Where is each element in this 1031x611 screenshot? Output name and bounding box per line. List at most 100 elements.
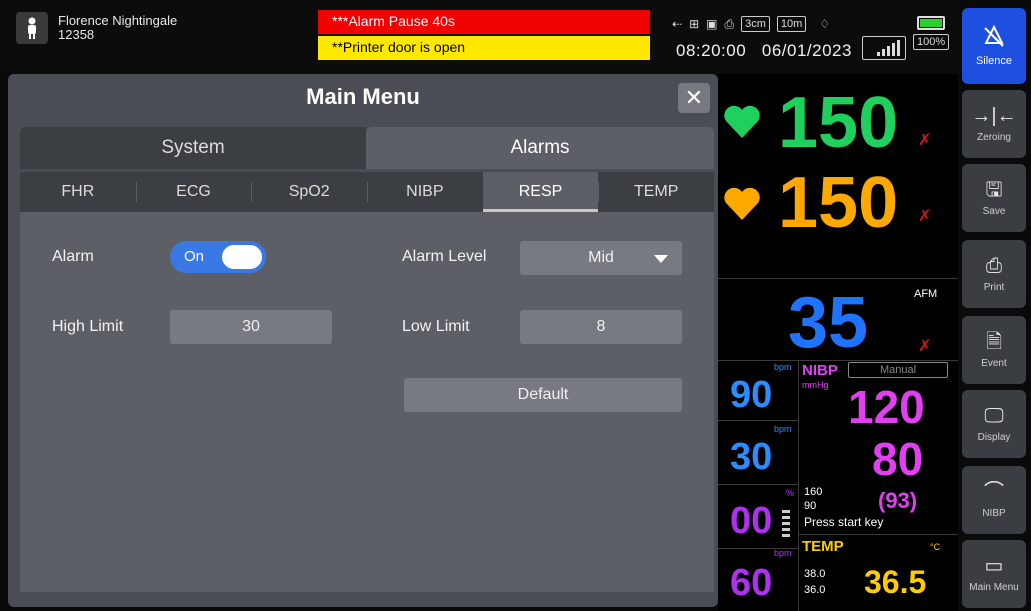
- silence-label: Silence: [975, 55, 1013, 67]
- spo2-unit: %: [786, 488, 795, 498]
- alarm-level-select[interactable]: Mid: [520, 241, 682, 275]
- spo2-value: 00: [730, 500, 773, 542]
- main-menu-icon: ▭: [984, 554, 1004, 577]
- fhr1-value: 150: [778, 83, 899, 163]
- info-alarm-banner[interactable]: **Printer door is open: [318, 36, 650, 60]
- pr-unit: bpm: [774, 548, 792, 558]
- top-status-bar: Florence Nightingale 12358 ***Alarm Paus…: [0, 0, 958, 70]
- print-button[interactable]: ⎙ Print: [962, 240, 1026, 308]
- alarm-level-label: Alarm Level: [402, 248, 487, 265]
- alarm-subtabs: FHR ECG SpO2 NIBP RESP TEMP: [20, 172, 714, 212]
- nibp-unit: mmHg: [802, 380, 829, 390]
- save-button[interactable]: 🖫 Save: [962, 164, 1026, 232]
- close-icon: ✕: [684, 85, 704, 110]
- storage-icon: ▣: [706, 17, 718, 31]
- high-limit-label: High Limit: [52, 318, 124, 335]
- nibp-diastolic: 80: [872, 433, 924, 485]
- paper-scale-badge: 3cm: [741, 16, 770, 32]
- heart-icon: [724, 105, 760, 138]
- save-label: Save: [982, 205, 1006, 217]
- subtab-nibp[interactable]: NIBP: [367, 172, 483, 212]
- printer-icon: ⎙: [724, 16, 735, 31]
- patient-id: 12358: [58, 27, 95, 42]
- fhr2-value: 150: [778, 163, 899, 243]
- alarm-level-value: Mid: [588, 249, 614, 266]
- event-button[interactable]: 🗎 Event: [962, 316, 1026, 384]
- zeroing-icon: →|←: [971, 104, 1017, 127]
- main-menu-dialog: Main Menu ✕ System Alarms FHR ECG SpO2 N…: [8, 74, 718, 607]
- high-alarm-banner[interactable]: ***Alarm Pause 40s: [318, 10, 650, 34]
- display-icon: 🖵: [984, 404, 1004, 427]
- zeroing-button[interactable]: →|← Zeroing: [962, 90, 1026, 158]
- resp-value: 30: [730, 436, 773, 478]
- nibp-systolic: 120: [848, 381, 925, 433]
- alarm-off-icon: ✗: [918, 132, 932, 149]
- temp-label: TEMP: [802, 538, 844, 555]
- low-limit-field[interactable]: 8: [520, 310, 682, 344]
- patient-icon: [16, 12, 48, 44]
- vital-signs-area: 150 ✗ 150 ✗ AFM 35 ✗ bpm 90 bpm 30 % 00 …: [718, 74, 958, 611]
- nibp-label: NIBP: [802, 362, 838, 379]
- nibp-message: Press start key: [804, 515, 884, 529]
- subtab-fhr[interactable]: FHR: [20, 172, 136, 212]
- print-icon: ⎙: [986, 254, 1002, 277]
- event-label: Event: [981, 357, 1007, 369]
- datetime: 08:20:00 06/01/2023: [676, 41, 852, 61]
- event-icon: 🗎: [985, 330, 1003, 353]
- subtab-spo2[interactable]: SpO2: [251, 172, 367, 212]
- dialog-title: Main Menu: [306, 84, 420, 109]
- hr-unit: bpm: [774, 362, 792, 372]
- subtab-ecg[interactable]: ECG: [135, 172, 252, 212]
- patient-info[interactable]: Florence Nightingale 12358: [16, 12, 177, 44]
- network-icon: ⊞: [689, 17, 700, 31]
- temp-unit: °C: [930, 542, 941, 552]
- alarm-off-icon: ✗: [918, 208, 932, 225]
- chevron-down-icon: [654, 255, 668, 263]
- main-menu-label: Main Menu: [969, 581, 1019, 593]
- status-icons: ⇠ ⊞ ▣ ⎙ 3cm 10m ♢: [672, 16, 830, 32]
- alarm-label: Alarm: [52, 248, 94, 265]
- default-button[interactable]: Default: [404, 378, 682, 412]
- nibp-low-limit: 90: [804, 500, 817, 512]
- display-button[interactable]: 🖵 Display: [962, 390, 1026, 458]
- nibp-button-label: NIBP: [982, 507, 1006, 519]
- alarm-toggle-state: On: [184, 248, 205, 265]
- toggle-knob: [222, 245, 262, 269]
- temp-high-limit: 38.0: [804, 568, 826, 580]
- battery-icon: [917, 16, 946, 30]
- usb-icon: ⇠: [672, 17, 683, 31]
- temp-low-limit: 36.0: [804, 584, 826, 596]
- clock-date: 06/01/2023: [761, 41, 852, 60]
- tab-alarms[interactable]: Alarms: [366, 127, 714, 169]
- resp-alarm-settings: Alarm On Alarm Level Mid High Limit 30 L…: [20, 212, 714, 592]
- zeroing-label: Zeroing: [977, 131, 1011, 143]
- main-menu-button[interactable]: ▭ Main Menu: [962, 540, 1026, 608]
- subtab-resp[interactable]: RESP: [482, 172, 599, 212]
- resp-unit: bpm: [774, 424, 792, 434]
- battery-indicator: 100%: [913, 16, 950, 50]
- bell-icon: ♢: [819, 17, 831, 31]
- pr-value: 60: [730, 562, 773, 604]
- alarm-off-icon: ✗: [918, 338, 932, 355]
- signal-strength-icon: [862, 36, 906, 60]
- high-limit-field[interactable]: 30: [170, 310, 332, 344]
- temp-value: 36.5: [864, 564, 927, 600]
- close-button[interactable]: ✕: [678, 83, 710, 113]
- battery-percent: 100%: [913, 34, 950, 50]
- nibp-mode-badge: Manual: [848, 362, 948, 378]
- nibp-button[interactable]: ⌒ NIBP: [962, 466, 1026, 534]
- alarm-toggle[interactable]: On: [170, 241, 266, 273]
- silence-button[interactable]: Silence: [962, 8, 1026, 84]
- display-label: Display: [977, 431, 1011, 443]
- heart-icon: [724, 187, 760, 220]
- hr-value: 90: [730, 374, 773, 416]
- spo2-signal-bar-icon: [782, 510, 790, 540]
- afm-label: AFM: [914, 288, 938, 300]
- subtab-temp[interactable]: TEMP: [598, 172, 714, 212]
- print-label: Print: [983, 281, 1005, 293]
- low-limit-label: Low Limit: [402, 318, 470, 335]
- tab-system[interactable]: System: [20, 127, 366, 169]
- nibp-cuff-icon: ⌒: [984, 480, 1004, 503]
- save-icon: 🖫: [985, 178, 1003, 201]
- nibp-map: (93): [878, 488, 918, 513]
